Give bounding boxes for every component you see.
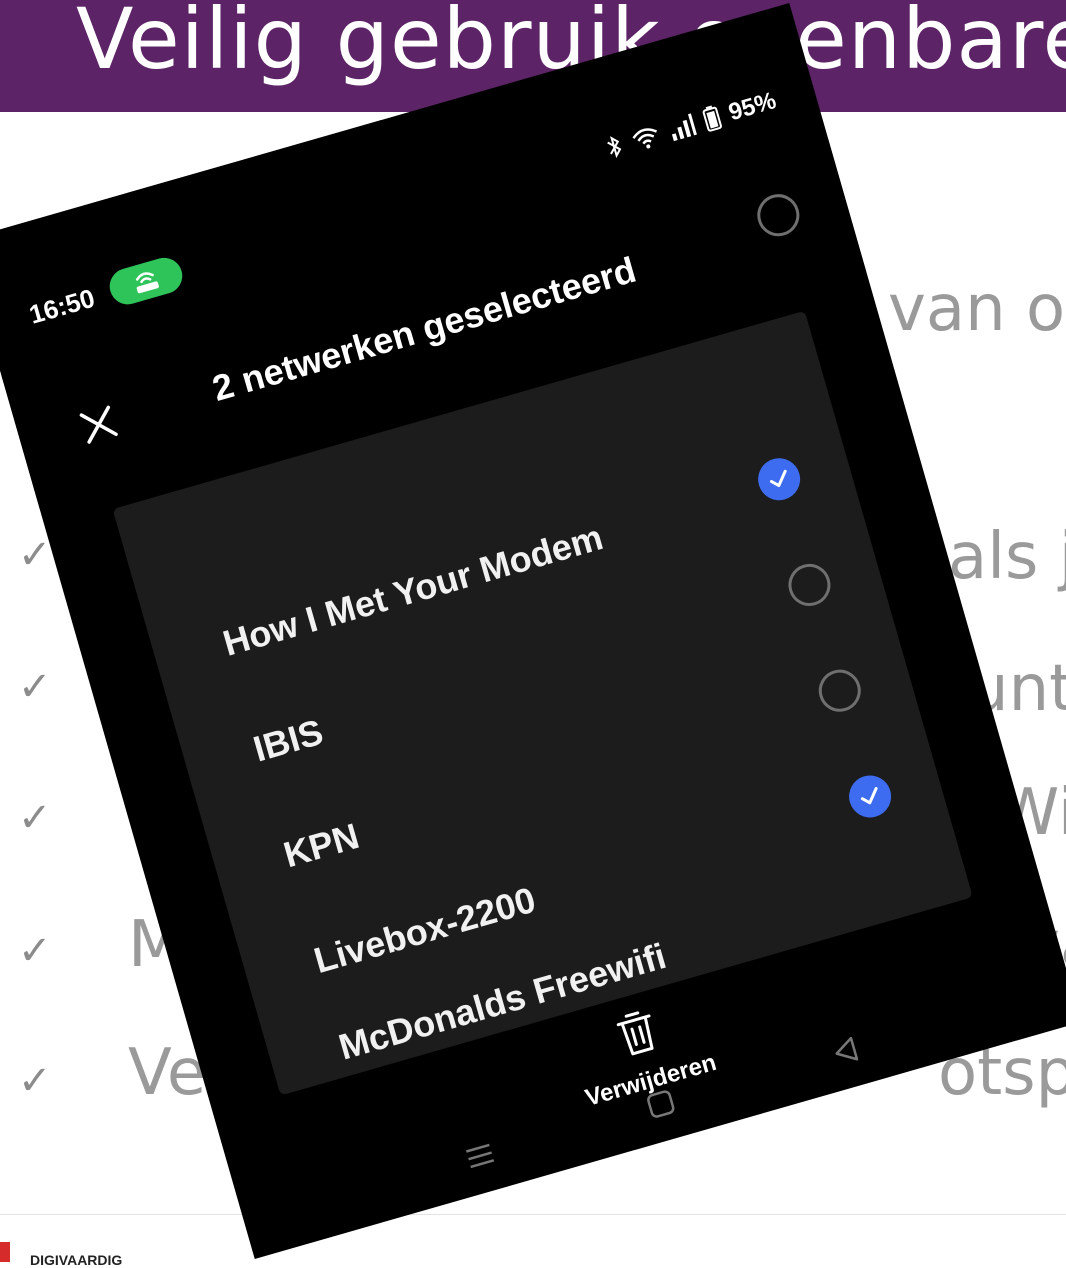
network-checkbox-checked[interactable] xyxy=(753,453,806,506)
wifi-icon xyxy=(632,128,658,149)
footer-divider xyxy=(0,1214,1066,1215)
network-name: KPN xyxy=(279,814,364,876)
router-icon xyxy=(135,272,159,294)
network-checkbox-checked[interactable] xyxy=(844,770,897,823)
bullet-check-icon: ✓ xyxy=(18,1058,52,1104)
status-icons: 95% xyxy=(603,87,780,162)
battery-percentage: 95% xyxy=(725,87,780,127)
slide-intro-right: van op xyxy=(888,272,1066,346)
back-icon xyxy=(835,1036,859,1061)
footer-brand: DIGIVAARDIG xyxy=(30,1252,123,1268)
network-checkbox[interactable] xyxy=(783,559,836,611)
footer-logo xyxy=(0,1242,10,1262)
bluetooth-icon xyxy=(607,136,622,159)
network-name: IBIS xyxy=(248,710,328,770)
home-icon xyxy=(647,1090,675,1118)
bullet-text-right: als je xyxy=(948,520,1066,594)
status-time: 16:50 xyxy=(25,282,99,330)
bullet-check-icon: ✓ xyxy=(18,928,52,974)
hotspot-indicator[interactable] xyxy=(105,253,187,309)
check-icon xyxy=(769,469,787,488)
menu-icon xyxy=(465,1143,495,1169)
network-checkbox[interactable] xyxy=(813,664,866,717)
signal-icon xyxy=(671,113,697,142)
back-button[interactable] xyxy=(827,1033,865,1075)
bullet-check-icon: ✓ xyxy=(18,532,52,578)
trash-icon xyxy=(616,1011,654,1056)
recent-apps-button[interactable] xyxy=(462,1137,500,1179)
bullet-check-icon: ✓ xyxy=(18,664,52,710)
battery-icon xyxy=(702,105,722,132)
bullet-check-icon: ✓ xyxy=(18,795,52,841)
home-button[interactable] xyxy=(642,1086,680,1128)
check-icon xyxy=(860,786,878,805)
